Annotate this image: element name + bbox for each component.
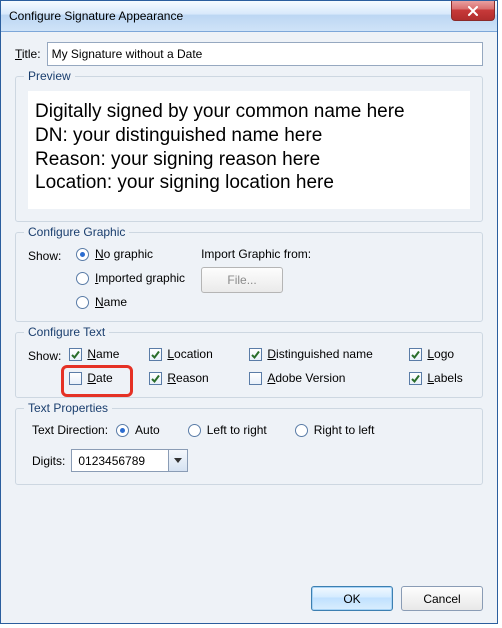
radio-no-graphic[interactable]: No graphic — [76, 247, 185, 261]
check-label: Adobe Version — [267, 371, 345, 385]
radio-label: Left to right — [207, 423, 267, 437]
radio-icon — [295, 424, 308, 437]
window-title: Configure Signature Appearance — [9, 9, 451, 23]
preview-legend: Preview — [24, 69, 75, 83]
radio-label: Name — [95, 295, 127, 309]
radio-left-to-right[interactable]: Left to right — [188, 423, 267, 437]
checkbox-icon — [69, 348, 82, 361]
dialog-window: Configure Signature Appearance Title: Pr… — [0, 0, 498, 624]
import-graphic-label: Import Graphic from: — [201, 247, 311, 261]
radio-label: No graphic — [95, 247, 153, 261]
file-button[interactable]: File... — [201, 267, 283, 293]
show-label: Show: — [28, 347, 61, 385]
cancel-button[interactable]: Cancel — [401, 586, 483, 611]
titlebar: Configure Signature Appearance — [1, 1, 497, 32]
digits-value: 0123456789 — [72, 454, 168, 468]
radio-name[interactable]: Name — [76, 295, 185, 309]
text-properties-group: Text Properties Text Direction: Auto Lef… — [15, 408, 483, 485]
checkbox-icon — [249, 348, 262, 361]
radio-icon — [76, 296, 89, 309]
title-label: Title: — [15, 47, 41, 61]
chevron-down-icon — [168, 450, 187, 471]
check-label: Name — [87, 347, 119, 361]
check-logo[interactable]: Logo — [409, 347, 489, 361]
cancel-label: Cancel — [423, 592, 460, 606]
digits-label: Digits: — [32, 454, 65, 468]
checkbox-icon — [149, 348, 162, 361]
check-location[interactable]: Location — [149, 347, 249, 361]
check-name[interactable]: Name — [69, 347, 149, 361]
checkbox-icon — [149, 372, 162, 385]
title-input[interactable] — [47, 42, 483, 66]
preview-line: Reason: your signing reason here — [35, 148, 463, 172]
preview-group: Preview Digitally signed by your common … — [15, 76, 483, 222]
checkbox-icon — [409, 372, 422, 385]
close-icon — [467, 6, 479, 16]
text-direction-label: Text Direction: — [32, 423, 108, 437]
radio-icon — [76, 272, 89, 285]
radio-icon — [116, 424, 129, 437]
preview-line: Location: your signing location here — [35, 171, 463, 195]
check-label: Distinguished name — [267, 347, 372, 361]
configure-graphic-group: Configure Graphic Show: No graphic Impor… — [15, 232, 483, 322]
configure-graphic-legend: Configure Graphic — [24, 225, 129, 239]
check-label: Labels — [427, 371, 462, 385]
ok-label: OK — [343, 592, 360, 606]
configure-text-group: Configure Text Show: Name Location — [15, 332, 483, 398]
ok-button[interactable]: OK — [311, 586, 393, 611]
preview-line: Digitally signed by your common name her… — [35, 100, 463, 124]
radio-label: Right to left — [314, 423, 375, 437]
text-properties-legend: Text Properties — [24, 401, 112, 415]
preview-line: DN: your distinguished name here — [35, 124, 463, 148]
checkbox-icon — [69, 372, 82, 385]
radio-label: Auto — [135, 423, 160, 437]
radio-icon — [76, 248, 89, 261]
title-row: Title: — [15, 42, 483, 66]
dialog-footer: OK Cancel — [1, 580, 497, 623]
check-date[interactable]: Date — [69, 371, 149, 385]
check-label: Location — [167, 347, 212, 361]
radio-auto[interactable]: Auto — [116, 423, 160, 437]
check-adobe-version[interactable]: Adobe Version — [249, 371, 409, 385]
radio-label: Imported graphic — [95, 271, 185, 285]
check-label: Logo — [427, 347, 454, 361]
file-button-label: File... — [227, 273, 256, 287]
preview-box: Digitally signed by your common name her… — [28, 91, 470, 209]
digits-combo[interactable]: 0123456789 — [71, 449, 188, 472]
radio-right-to-left[interactable]: Right to left — [295, 423, 375, 437]
radio-imported-graphic[interactable]: Imported graphic — [76, 271, 185, 285]
check-label: Date — [87, 371, 112, 385]
close-button[interactable] — [451, 1, 495, 21]
check-reason[interactable]: Reason — [149, 371, 249, 385]
configure-text-legend: Configure Text — [24, 325, 109, 339]
check-distinguished-name[interactable]: Distinguished name — [249, 347, 409, 361]
check-labels[interactable]: Labels — [409, 371, 489, 385]
radio-icon — [188, 424, 201, 437]
checkbox-icon — [409, 348, 422, 361]
show-label: Show: — [28, 247, 68, 309]
checkbox-icon — [249, 372, 262, 385]
dialog-body: Title: Preview Digitally signed by your … — [1, 32, 497, 580]
titlebar-buttons — [451, 1, 497, 31]
check-label: Reason — [167, 371, 208, 385]
